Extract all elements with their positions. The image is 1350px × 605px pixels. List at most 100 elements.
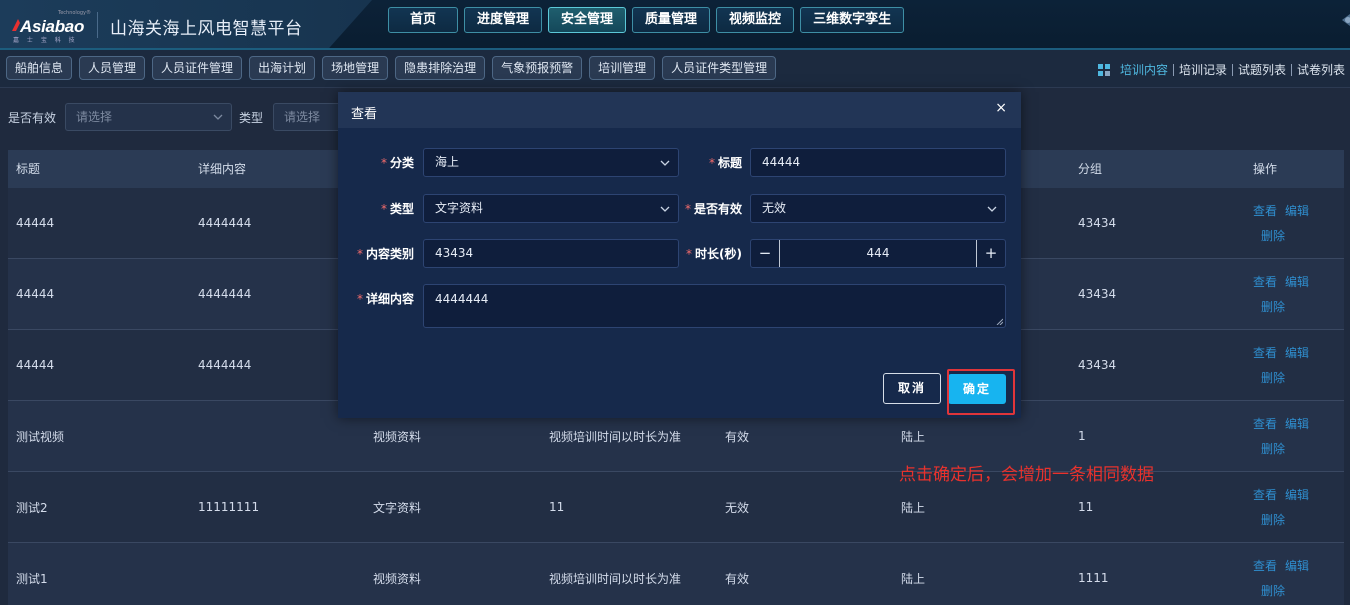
- cell-type: 视频资料: [373, 571, 422, 586]
- resize-handle-icon[interactable]: [996, 318, 1003, 325]
- cell-group: 43434: [1078, 287, 1117, 301]
- sub-nav-list: 船舶信息 人员管理 人员证件管理 出海计划 场地管理 隐患排除治理 气象预报预警…: [6, 56, 777, 80]
- edit-link[interactable]: 编辑: [1285, 557, 1309, 574]
- cancel-button[interactable]: 取消: [883, 373, 941, 404]
- view-link[interactable]: 查看: [1253, 202, 1277, 219]
- nav-safety[interactable]: 安全管理: [548, 7, 627, 33]
- chevron-down-icon: [660, 206, 670, 212]
- cell-detail: 11111111: [198, 500, 260, 514]
- subnav-hazard[interactable]: 隐患排除治理: [395, 56, 486, 80]
- col-title: 标题: [16, 162, 41, 176]
- cell-actions: 查看 编辑 删除: [1245, 188, 1344, 258]
- logo-text: Asiabao: [20, 17, 85, 36]
- col-actions: 操作: [1253, 162, 1278, 176]
- chevron-down-icon: [987, 206, 997, 212]
- field-type-label: * 类型: [380, 202, 414, 216]
- nav-video[interactable]: 视频监控: [716, 7, 795, 33]
- nav-progress[interactable]: 进度管理: [464, 7, 543, 33]
- view-link[interactable]: 查看: [1253, 557, 1277, 574]
- detail-textarea[interactable]: 4444444: [423, 284, 1006, 328]
- cell-category: 陆上: [901, 571, 926, 586]
- filter-type-label: 类型: [239, 111, 264, 125]
- view-link[interactable]: 查看: [1253, 486, 1277, 503]
- content-category-input[interactable]: 43434: [423, 239, 679, 268]
- cell-type: 文字资料: [373, 500, 422, 515]
- close-icon[interactable]: ×: [995, 100, 1007, 116]
- top-nav: 首页 进度管理 安全管理 质量管理 视频监控 三维数字孪生: [388, 7, 905, 33]
- annotation-note: 点击确定后，会增加一条相同数据: [899, 465, 1154, 485]
- tab-training-content[interactable]: 培训内容: [1115, 61, 1173, 78]
- delete-link[interactable]: 删除: [1253, 369, 1285, 386]
- subnav-certificates[interactable]: 人员证件管理: [152, 56, 243, 80]
- app-title: 山海关海上风电智慧平台: [110, 19, 303, 39]
- type-select[interactable]: 文字资料: [423, 194, 679, 223]
- delete-link[interactable]: 删除: [1253, 440, 1285, 457]
- view-dialog: 查看 × * 分类 海上 * 标题 44444 * 类型 文字资料 * 是否有效 无效 …: [338, 92, 1021, 418]
- chevron-down-icon: [213, 114, 223, 120]
- cell-actions: 查看 编辑 删除: [1245, 401, 1344, 471]
- cell-remark: 视频培训时间以时长为准: [549, 571, 682, 586]
- cell-valid: 有效: [725, 571, 750, 586]
- cell-title: 测试视频: [16, 429, 65, 444]
- duration-stepper[interactable]: − 444 +: [750, 239, 1006, 268]
- field-detail-label: * 详细内容: [356, 292, 414, 306]
- duration-value[interactable]: 444: [779, 240, 977, 267]
- filter-type-select[interactable]: 请选择: [273, 103, 343, 131]
- cell-group: 43434: [1078, 358, 1117, 372]
- detail-value: 4444444: [435, 292, 489, 306]
- grid-icon: [1097, 63, 1110, 76]
- cell-title: 测试2: [16, 500, 48, 515]
- cell-title: 44444: [16, 358, 55, 372]
- cell-title: 44444: [16, 216, 55, 230]
- edit-link[interactable]: 编辑: [1285, 344, 1309, 361]
- user-menu-icon[interactable]: [1336, 12, 1350, 32]
- edit-link[interactable]: 编辑: [1285, 273, 1309, 290]
- field-content-cat-label: * 内容类别: [356, 247, 414, 261]
- filter-valid-select[interactable]: 请选择: [65, 103, 232, 131]
- subnav-training[interactable]: 培训管理: [589, 56, 656, 80]
- cell-title: 测试1: [16, 571, 48, 586]
- edit-link[interactable]: 编辑: [1285, 486, 1309, 503]
- tab-question-list[interactable]: 试题列表: [1233, 61, 1291, 78]
- tab-paper-list[interactable]: 试卷列表: [1292, 61, 1350, 78]
- nav-home[interactable]: 首页: [388, 7, 458, 33]
- delete-link[interactable]: 删除: [1253, 582, 1285, 599]
- sub-nav: 船舶信息 人员管理 人员证件管理 出海计划 场地管理 隐患排除治理 气象预报预警…: [0, 50, 1350, 88]
- field-title-label: * 标题: [708, 156, 742, 170]
- logo: Asiabao Technology® 嘉 士 宝 科 技: [10, 8, 92, 44]
- delete-link[interactable]: 删除: [1253, 511, 1285, 528]
- nav-quality[interactable]: 质量管理: [632, 7, 711, 33]
- subnav-personnel[interactable]: 人员管理: [79, 56, 146, 80]
- field-duration-label: * 时长(秒): [686, 247, 742, 261]
- delete-link[interactable]: 删除: [1253, 227, 1285, 244]
- logo-subtitle: 嘉 士 宝 科 技: [13, 37, 78, 44]
- subnav-weather[interactable]: 气象预报预警: [492, 56, 583, 80]
- subnav-ship-info[interactable]: 船舶信息: [6, 56, 73, 80]
- cell-title: 44444: [16, 287, 55, 301]
- cell-actions: 查看 编辑 删除: [1245, 259, 1344, 329]
- edit-link[interactable]: 编辑: [1285, 202, 1309, 219]
- view-link[interactable]: 查看: [1253, 273, 1277, 290]
- subnav-site[interactable]: 场地管理: [322, 56, 389, 80]
- category-select[interactable]: 海上: [423, 148, 679, 177]
- subnav-sea-plan[interactable]: 出海计划: [249, 56, 316, 80]
- field-valid-label: * 是否有效: [684, 202, 742, 216]
- cell-actions: 查看 编辑 删除: [1245, 543, 1344, 605]
- cell-actions: 查看 编辑 删除: [1245, 330, 1344, 400]
- field-category-label: * 分类: [380, 156, 414, 170]
- view-link[interactable]: 查看: [1253, 344, 1277, 361]
- nav-digital-twin[interactable]: 三维数字孪生: [800, 7, 905, 33]
- delete-link[interactable]: 删除: [1253, 298, 1285, 315]
- training-tabs: 培训内容 培训记录 试题列表 试卷列表: [1097, 61, 1350, 78]
- valid-select[interactable]: 无效: [750, 194, 1006, 223]
- view-link[interactable]: 查看: [1253, 415, 1277, 432]
- edit-link[interactable]: 编辑: [1285, 415, 1309, 432]
- subnav-cert-types[interactable]: 人员证件类型管理: [662, 56, 777, 80]
- decrease-button[interactable]: −: [751, 240, 779, 267]
- logo-tm: Technology®: [58, 10, 92, 16]
- tab-training-record[interactable]: 培训记录: [1174, 61, 1232, 78]
- title-input[interactable]: 44444: [750, 148, 1006, 177]
- col-group: 分组: [1078, 162, 1103, 176]
- type-value: 文字资料: [435, 201, 484, 215]
- increase-button[interactable]: +: [977, 240, 1005, 267]
